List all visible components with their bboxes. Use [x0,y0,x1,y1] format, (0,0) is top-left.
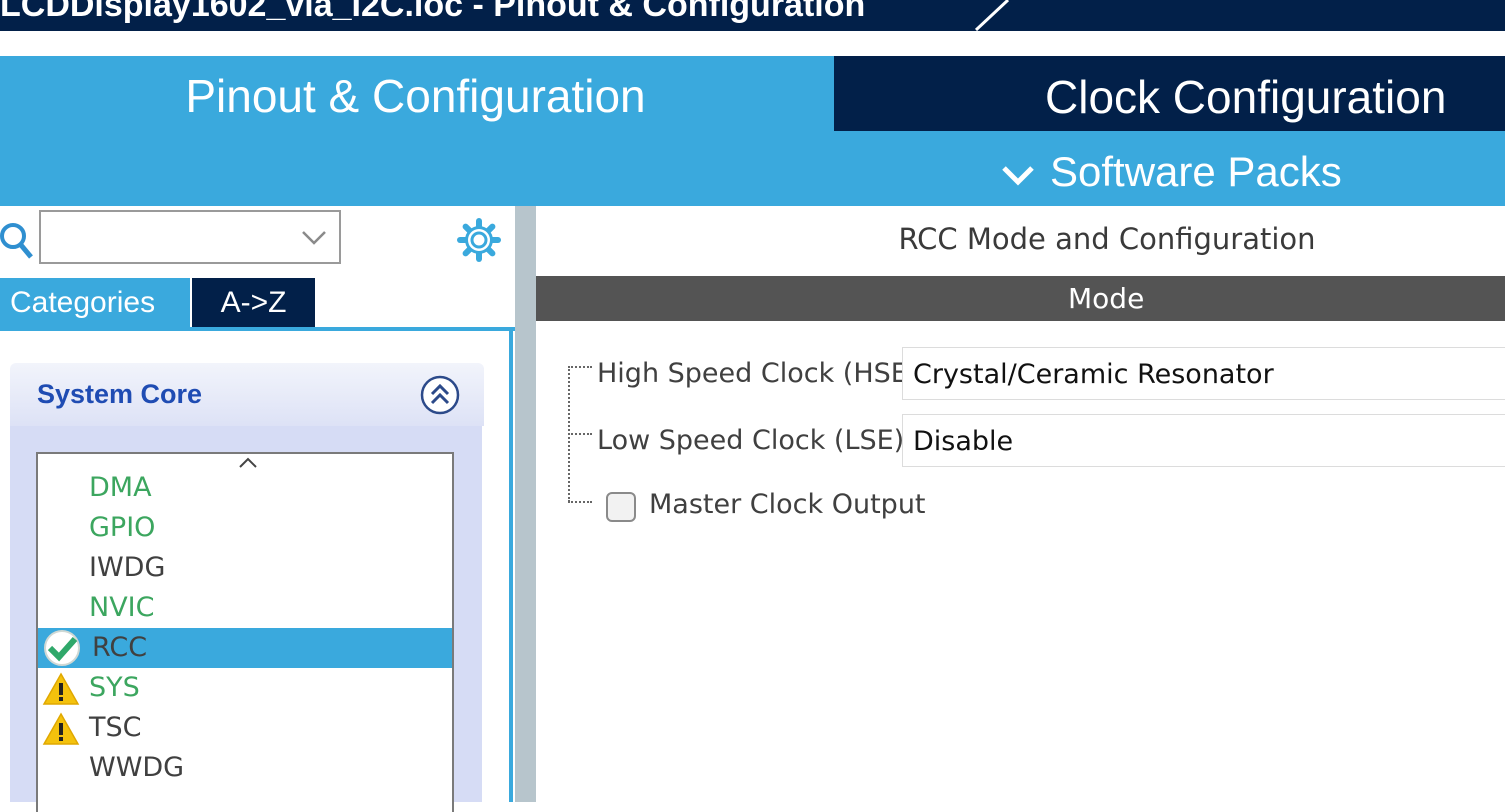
list-item-iwdg[interactable]: IWDG [38,548,452,588]
list-item-label: TSC [89,712,142,743]
list-item-label: IWDG [89,552,166,583]
search-icon [0,223,33,259]
collapse-up-icon[interactable] [420,375,460,415]
gear-icon[interactable] [457,218,501,262]
window-title-bar: LCDDisplay1602_via_I2C.ioc - Pinout & Co… [0,0,1505,31]
category-body: DMA GPIO IWDG NVIC RCC SYS TSC WWDG [10,426,482,812]
hse-label: High Speed Clock (HSE) [597,358,919,389]
master-clock-output-checkbox[interactable] [606,492,636,522]
main-tab-bar: Pinout & Configuration Clock Configurati… [0,56,1505,206]
window-title: LCDDisplay1602_via_I2C.ioc - Pinout & Co… [0,0,866,24]
list-item-sys[interactable]: SYS [38,668,452,708]
rcc-configuration-panel: RCC Mode and Configuration Mode High Spe… [536,206,1505,802]
search-combobox[interactable] [39,210,341,264]
tab-categories[interactable]: Categories [0,278,190,328]
lse-select[interactable]: Disable [902,414,1505,467]
hse-select[interactable]: Crystal/Ceramic Resonator [902,347,1505,400]
category-title: System Core [37,379,203,409]
list-item-dma[interactable]: DMA [38,468,452,508]
title-slash-decoration [974,0,1010,31]
tab-clock-configuration[interactable]: Clock Configuration [834,56,1505,131]
component-browser-panel: Categories A->Z System Core DMA GPIO IWDG N… [0,206,515,812]
tab-underline [0,327,515,331]
tree-connector [568,366,592,368]
chevron-down-icon [302,231,326,245]
tab-pinout-configuration[interactable]: Pinout & Configuration [0,56,831,131]
tab-clock-label: Clock Configuration [1045,71,1447,123]
list-item-nvic[interactable]: NVIC [38,588,452,628]
tree-connector [568,433,592,435]
mode-header-label: Mode [1068,282,1145,315]
software-packs-menu[interactable]: Software Packs [1000,144,1342,200]
list-item-rcc[interactable]: RCC [38,628,452,668]
tree-connector [568,501,592,503]
list-item-label: GPIO [89,512,156,543]
list-item-label: NVIC [89,592,155,623]
tab-a-to-z[interactable]: A->Z [192,278,315,328]
chevron-down-icon [1002,166,1034,186]
list-item-wwdg[interactable]: WWDG [38,748,452,788]
mode-section-header[interactable]: Mode [536,276,1505,321]
list-item-gpio[interactable]: GPIO [38,508,452,548]
lse-label: Low Speed Clock (LSE) [597,425,905,456]
category-header-system-core[interactable]: System Core [10,363,484,426]
list-item-label: WWDG [89,752,185,783]
list-item-label: RCC [92,632,148,663]
panel-title: RCC Mode and Configuration [898,222,1316,256]
master-clock-output-label: Master Clock Output [649,489,926,520]
peripheral-list[interactable]: DMA GPIO IWDG NVIC RCC SYS TSC WWDG [36,452,454,812]
list-item-tsc[interactable]: TSC [38,708,452,748]
software-packs-label: Software Packs [1050,148,1342,195]
list-item-label: SYS [89,672,140,703]
panel-splitter[interactable] [515,206,536,802]
list-item-label: DMA [89,472,152,503]
tab-border-right [509,327,513,802]
